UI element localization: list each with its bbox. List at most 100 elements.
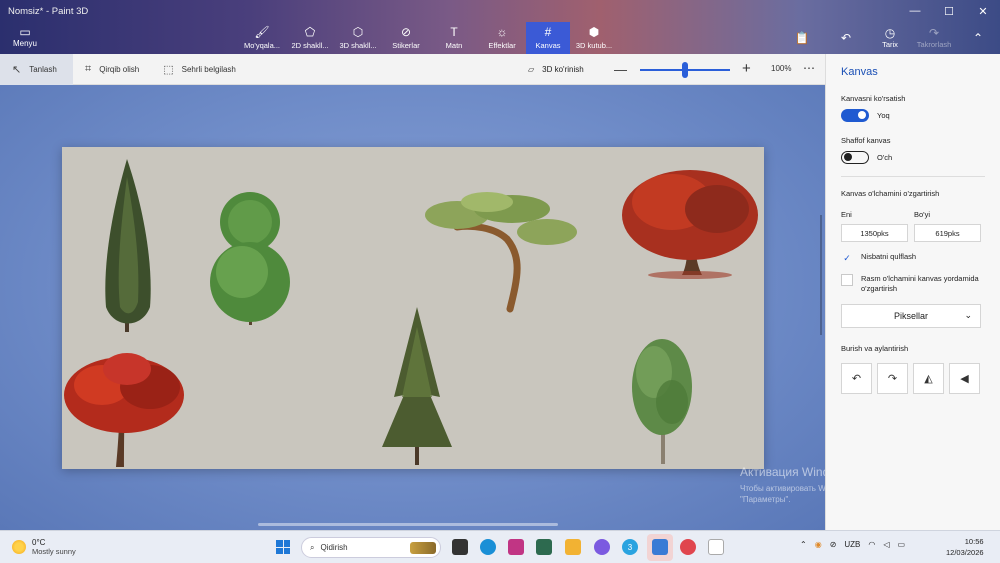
- search-placeholder: Qidirish: [320, 543, 348, 552]
- snipping-tool-icon[interactable]: [708, 539, 724, 555]
- tool-3d-library[interactable]: ⬢ 3D kutub...: [570, 22, 618, 54]
- crop-tool[interactable]: ⌗ Qirqib olish: [73, 54, 151, 85]
- tool-label: Effektlar: [488, 41, 516, 50]
- rotate-buttons: ↶ ↷ ◭ ◀: [841, 363, 985, 394]
- red-leaf-tree[interactable]: [622, 170, 758, 279]
- magic-select-tool[interactable]: ⬚ Sehrli belgilash: [151, 54, 248, 85]
- chevron-up-icon[interactable]: ⌃: [800, 540, 807, 549]
- clock[interactable]: 10:56 12/03/2026: [946, 536, 984, 558]
- language-indicator[interactable]: UZB: [844, 540, 860, 549]
- app-icon[interactable]: [680, 539, 696, 555]
- telegram-badge: 3: [627, 542, 633, 552]
- resize-image-checkbox[interactable]: [841, 274, 853, 286]
- canvas[interactable]: [62, 147, 764, 469]
- vertical-scrollbar[interactable]: [820, 215, 822, 335]
- show-canvas-toggle[interactable]: [841, 109, 869, 122]
- minimize-icon[interactable]: —: [898, 0, 932, 22]
- tool-label: 2D shakll...: [291, 41, 329, 50]
- file-explorer-icon[interactable]: [565, 539, 581, 555]
- lock-ratio-label: Nisbatni qulflash: [861, 252, 917, 261]
- select-tool[interactable]: ↖ Tanlash: [0, 53, 73, 85]
- zoom-value: 100%: [771, 64, 792, 73]
- transparent-canvas-label: Shaffof kanvas: [841, 136, 891, 145]
- volume-icon[interactable]: ◁: [883, 540, 889, 549]
- select-label: Tanlash: [29, 64, 57, 74]
- height-field[interactable]: 619pks: [914, 224, 981, 242]
- transparent-canvas-toggle[interactable]: [841, 151, 869, 164]
- wifi-icon[interactable]: ◠: [868, 540, 875, 549]
- tool-label: Matn: [445, 41, 463, 50]
- undo-button[interactable]: ↶: [824, 22, 868, 54]
- width-field[interactable]: 1350pks: [841, 224, 908, 242]
- weather-text: 0°C Mostly sunny: [32, 538, 76, 556]
- size-labels: Eni Bo'yi: [841, 210, 985, 219]
- show-canvas-state: Yoq: [877, 111, 890, 120]
- shapes-2d-icon: ⬠: [304, 25, 316, 39]
- no-sync-icon[interactable]: ⊘: [830, 540, 837, 549]
- telegram-icon[interactable]: 3: [622, 539, 638, 555]
- redo-icon: ↷: [928, 26, 940, 40]
- edge-icon[interactable]: [480, 539, 496, 555]
- main-toolbar: 🖌 Mo'yqala... ⬠ 2D shakll... ⬡ 3D shakll...…: [238, 22, 618, 54]
- width-label: Eni: [841, 210, 852, 219]
- temperature: 0°C: [32, 538, 46, 547]
- collapse-button[interactable]: ⌃: [956, 22, 1000, 54]
- battery-icon[interactable]: ▭: [898, 540, 906, 549]
- rotate-left-icon: ↶: [851, 373, 862, 385]
- folder-icon: ▭: [19, 25, 31, 39]
- paste-icon: 📋: [794, 30, 810, 45]
- tool-canvas[interactable]: # Kanvas: [526, 22, 570, 54]
- rotate-right-icon: ↷: [887, 373, 898, 385]
- tray-app-icon[interactable]: ◉: [815, 540, 822, 549]
- topiary-tree[interactable]: [210, 192, 290, 325]
- tool-effects[interactable]: ☼ Effektlar: [478, 22, 526, 54]
- undo-icon: ↶: [840, 30, 852, 45]
- tool-brushes[interactable]: 🖌 Mo'yqala...: [238, 22, 286, 54]
- birch-tree[interactable]: [632, 339, 692, 464]
- bonsai-tree[interactable]: [425, 192, 577, 313]
- zoom-out-button[interactable]: —: [614, 62, 627, 77]
- zoom-slider-thumb[interactable]: [682, 62, 688, 78]
- view-3d-toggle[interactable]: ▱ 3D ko'rinish: [528, 54, 584, 85]
- taskbar: 0°C Mostly sunny ⌕ Qidirish 3 ⌃ ◉ ⊘ UZB …: [0, 530, 1000, 563]
- weather-sun-icon: [12, 540, 26, 554]
- height-label: Bo'yi: [914, 210, 931, 219]
- redo-button[interactable]: ↷ Takrorlash: [912, 22, 956, 54]
- maximize-icon[interactable]: ☐: [932, 0, 966, 22]
- windows-start-icon[interactable]: [276, 540, 290, 554]
- history-label: Tarix: [882, 40, 898, 49]
- store-icon[interactable]: [536, 539, 552, 555]
- more-options-icon[interactable]: ⋯: [803, 61, 815, 75]
- task-view-icon[interactable]: [452, 539, 468, 555]
- rotate-left-button[interactable]: ↶: [841, 363, 872, 394]
- tool-stickers[interactable]: ⊘ Stikerlar: [382, 22, 430, 54]
- instagram-icon[interactable]: [508, 539, 524, 555]
- weather-widget[interactable]: 0°C Mostly sunny: [12, 538, 76, 556]
- sticker-icon: ⊘: [400, 25, 412, 39]
- flip-horizontal-button[interactable]: ◭: [913, 363, 944, 394]
- horizontal-scrollbar[interactable]: [258, 523, 558, 526]
- history-button[interactable]: ◷ Tarix: [868, 22, 912, 54]
- paste-button[interactable]: 📋: [780, 22, 824, 54]
- menu-button[interactable]: ▭ Menyu: [8, 25, 42, 49]
- cube-icon: ⬡: [352, 25, 364, 39]
- red-maple-tree[interactable]: [64, 353, 184, 467]
- tool-text[interactable]: T Matn: [430, 22, 478, 54]
- close-icon[interactable]: ✕: [966, 0, 1000, 22]
- tool-label: Stikerlar: [392, 41, 420, 50]
- paint3d-taskbar-icon[interactable]: [652, 539, 668, 555]
- flip-vertical-button[interactable]: ◀: [949, 363, 980, 394]
- tool-3d-shapes[interactable]: ⬡ 3D shakll...: [334, 22, 382, 54]
- rotate-right-button[interactable]: ↷: [877, 363, 908, 394]
- cypress-tree[interactable]: [105, 159, 151, 332]
- lock-ratio-checkbox[interactable]: ✓: [841, 252, 853, 264]
- tool-2d-shapes[interactable]: ⬠ 2D shakll...: [286, 22, 334, 54]
- units-dropdown[interactable]: Piksellar ⌄: [841, 304, 981, 328]
- crop-label: Qirqib olish: [99, 64, 140, 74]
- taskbar-search[interactable]: ⌕ Qidirish: [301, 537, 441, 558]
- view-3d-icon: ▱: [528, 65, 535, 74]
- copilot-icon[interactable]: [594, 539, 610, 555]
- rotate-flip-label: Burish va aylantirish: [841, 344, 909, 353]
- zoom-in-button[interactable]: +: [742, 60, 751, 77]
- spruce-tree[interactable]: [382, 307, 452, 465]
